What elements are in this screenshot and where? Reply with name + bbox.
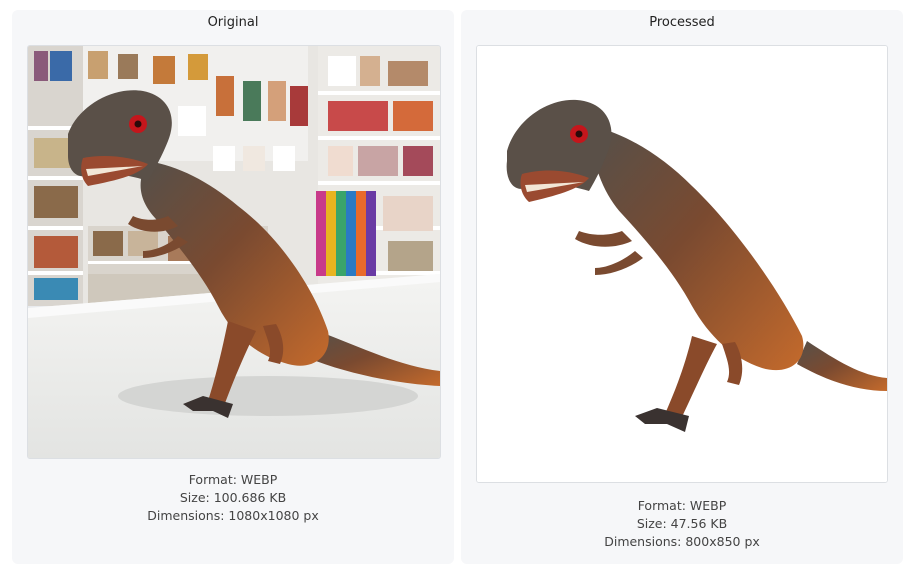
- processed-photo: [477, 46, 887, 482]
- processed-panel: Processed Format: WEBP Size: 47.56 KB Di…: [461, 10, 903, 564]
- original-title: Original: [207, 15, 259, 30]
- original-photo: [28, 46, 440, 458]
- processed-size: Size: 47.56 KB: [636, 516, 728, 531]
- original-dimensions: Dimensions: 1080x1080 px: [147, 508, 319, 523]
- processed-dimensions: Dimensions: 800x850 px: [604, 534, 760, 549]
- processed-image: [476, 45, 888, 483]
- original-image: [27, 45, 441, 459]
- original-metadata: Format: WEBP Size: 100.686 KB Dimensions…: [12, 471, 454, 525]
- original-size: Size: 100.686 KB: [179, 490, 287, 505]
- processed-metadata: Format: WEBP Size: 47.56 KB Dimensions: …: [461, 497, 903, 551]
- processed-format: Format: WEBP: [637, 498, 727, 513]
- original-panel: Original Format: WEBP Size: 100.686 KB D…: [12, 10, 454, 564]
- original-format: Format: WEBP: [188, 472, 278, 487]
- processed-title: Processed: [649, 15, 715, 30]
